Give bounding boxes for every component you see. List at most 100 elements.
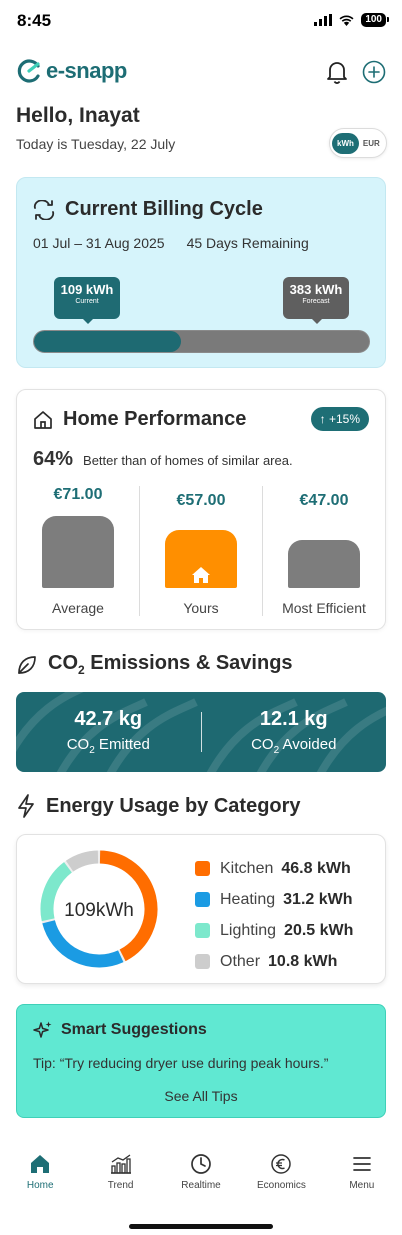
legend-name: Kitchen (220, 859, 274, 877)
unit-option-eur[interactable]: EUR (359, 139, 384, 148)
signal-icon (314, 14, 333, 26)
column-price: €47.00 (299, 492, 349, 509)
status-bar: 8:45 100 (0, 0, 402, 44)
column-average: €71.00 Average (17, 486, 139, 616)
column-yours: €57.00 Yours (139, 486, 262, 616)
performance-summary: 64% Better than of homes of similar area… (33, 448, 293, 471)
sparkle-icon (33, 1021, 52, 1038)
energy-usage-title: Energy Usage by Category (46, 794, 301, 817)
legend-name: Heating (220, 890, 276, 908)
leaf-icon (18, 655, 36, 674)
usage-donut-chart: 109kWh (40, 850, 158, 968)
greeting: Hello, Inayat Today is Tuesday, 22 July (16, 104, 175, 152)
co2-avoided: 12.1 kg CO2 Avoided (202, 708, 387, 756)
billing-header: Current Billing Cycle (33, 198, 263, 221)
legend-swatch (195, 954, 210, 969)
legend-swatch (195, 861, 210, 876)
tab-home[interactable]: Home (0, 1150, 80, 1200)
tab-label: Trend (107, 1180, 134, 1191)
column-label: Most Efficient (282, 600, 366, 616)
status-time: 8:45 (17, 11, 52, 30)
column-bar (165, 530, 237, 588)
see-all-tips-link[interactable]: See All Tips (17, 1088, 385, 1104)
lightning-bolt-icon (18, 794, 34, 818)
legend-value: 31.2 kWh (283, 890, 353, 908)
home-icon (31, 1155, 50, 1173)
usage-legend: Kitchen 46.8 kWh Heating 31.2 kWh Lighti… (195, 853, 353, 977)
legend-value: 46.8 kWh (281, 859, 351, 877)
co2-emitted-value: 42.7 kg (74, 708, 143, 730)
house-outline-icon (34, 410, 52, 429)
billing-remaining: 45 Days Remaining (186, 235, 309, 251)
current-usage-value: 109 kWh (60, 282, 114, 297)
suggestions-header: Smart Suggestions (33, 1020, 207, 1040)
legend-value: 20.5 kWh (284, 921, 354, 939)
header-actions (326, 60, 386, 84)
co2-avoided-value: 12.1 kg (259, 708, 328, 730)
column-price: €57.00 (176, 492, 226, 509)
smart-suggestions-card[interactable]: Smart Suggestions Tip: “Try reducing dry… (16, 1004, 386, 1118)
co2-emitted-label: CO2 Emitted (66, 736, 150, 756)
suggestions-title: Smart Suggestions (61, 1021, 207, 1038)
billing-period: 01 Jul – 31 Aug 2025 (33, 235, 165, 251)
tab-label: Home (26, 1180, 54, 1191)
tab-label: Realtime (181, 1180, 221, 1191)
refresh-arrows-icon (33, 199, 55, 220)
bell-icon[interactable] (326, 60, 348, 84)
unit-option-kwh[interactable]: kWh (332, 132, 359, 154)
energy-usage-card[interactable]: 109kWh Kitchen 46.8 kWh Heating 31.2 kWh… (16, 834, 386, 984)
column-bar (288, 540, 360, 588)
greeting-date: Today is Tuesday, 22 July (16, 136, 176, 152)
tab-menu[interactable]: Menu (322, 1150, 402, 1200)
billing-progress-bar (33, 330, 370, 353)
home-performance-card[interactable]: Home Performance ↑ +15% 64% Better than … (16, 389, 386, 630)
column-most-efficient: €47.00 Most Efficient (262, 486, 385, 616)
euro-icon (271, 1154, 292, 1174)
column-price: €71.00 (53, 486, 103, 503)
column-label: Average (52, 600, 104, 616)
add-circle-icon[interactable] (362, 60, 386, 84)
home-indicator (129, 1224, 273, 1229)
greeting-title: Hello, Inayat (16, 104, 140, 127)
billing-title: Current Billing Cycle (65, 198, 263, 220)
energy-usage-header: Energy Usage by Category (16, 794, 301, 818)
donut-slice-heating (42, 919, 124, 968)
tab-realtime[interactable]: Realtime (161, 1150, 241, 1200)
billing-dates: 01 Jul – 31 Aug 2025 45 Days Remaining (33, 235, 309, 251)
tab-trend[interactable]: Trend (80, 1150, 160, 1200)
tab-economics[interactable]: Economics (241, 1150, 321, 1200)
column-bar (42, 516, 114, 588)
current-usage-label: Current (75, 298, 99, 305)
suggestion-tip: Tip: “Try reducing dryer use during peak… (33, 1055, 329, 1071)
billing-progress-fill (34, 331, 182, 352)
trend-chart-icon (110, 1154, 131, 1174)
tab-label: Economics (256, 1180, 306, 1191)
menu-icon (352, 1157, 371, 1171)
forecast-usage-tooltip: 383 kWh Forecast (283, 277, 349, 324)
co2-summary-card[interactable]: 42.7 kg CO2 Emitted 12.1 kg CO2 Avoided (16, 692, 386, 772)
legend-swatch (195, 892, 210, 907)
battery-icon: 100 (361, 13, 389, 27)
clock-icon (191, 1154, 211, 1174)
performance-change-badge: ↑ +15% (310, 407, 369, 431)
current-usage-tooltip: 109 kWh Current (54, 277, 120, 324)
legend-name: Lighting (220, 921, 277, 939)
performance-percent: 64% (33, 448, 74, 470)
legend-swatch (195, 923, 210, 938)
home-performance-title: Home Performance (63, 408, 247, 430)
legend-value: 10.8 kWh (268, 952, 338, 970)
logo-mark-icon (17, 59, 40, 83)
legend-item-other: Other 10.8 kWh (195, 946, 353, 977)
performance-comparison: Better than of homes of similar area. (83, 453, 293, 468)
bottom-tab-bar: Home Trend Realtime Economics Menu (0, 1150, 402, 1200)
status-icons: 100 (314, 13, 389, 27)
column-label: Yours (183, 600, 219, 616)
billing-cycle-card[interactable]: Current Billing Cycle 01 Jul – 31 Aug 20… (16, 177, 386, 368)
co2-section-header: CO2 Emissions & Savings (16, 652, 293, 677)
legend-name: Other (220, 952, 261, 970)
performance-comparison-columns: €71.00 Average €57.00 Yours €47.00 Most … (17, 486, 385, 616)
home-performance-header: Home Performance (33, 408, 246, 431)
donut-total-label: 109kWh (64, 900, 134, 921)
unit-toggle[interactable]: kWh EUR (329, 128, 387, 158)
legend-item-heating: Heating 31.2 kWh (195, 884, 353, 915)
